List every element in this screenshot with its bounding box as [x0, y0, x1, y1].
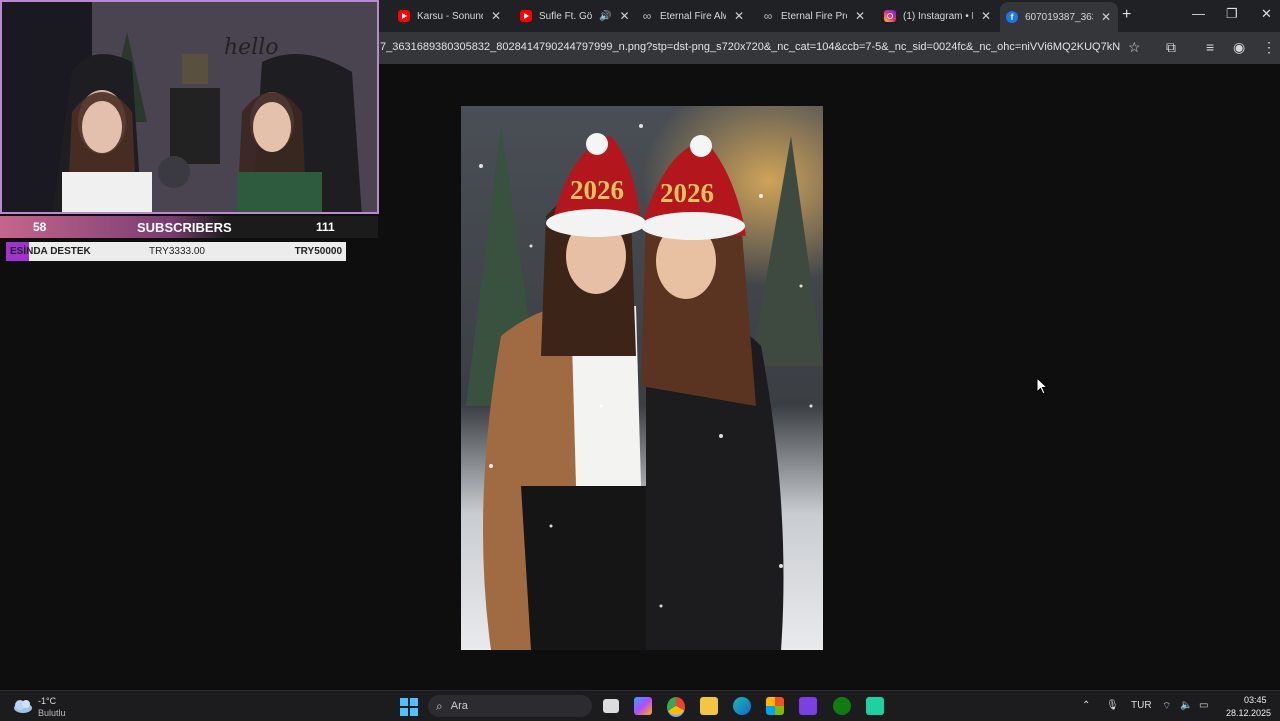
donation-current: TRY3333.00 — [149, 246, 205, 257]
close-icon[interactable]: ✕ — [981, 9, 991, 23]
tab-instagram[interactable]: (1) Instagram • H ✕ — [884, 4, 996, 28]
speaker-icon[interactable]: 🔊 — [599, 11, 611, 22]
microphone-icon[interactable]: 🎙 — [1106, 700, 1119, 711]
youtube-icon — [398, 10, 410, 22]
tab-title: Sufle Ft. Gök — [539, 10, 593, 22]
tab-title: 607019387_3631 — [1025, 11, 1093, 23]
viewed-image[interactable]: 2026 2026 — [461, 106, 823, 650]
app-purple-icon[interactable] — [799, 697, 817, 715]
close-window-button[interactable]: ✕ — [1261, 6, 1272, 22]
tab-eternal-fire-1[interactable]: ∞ Eternal Fire Alwa ✕ — [641, 4, 753, 28]
chevron-up-icon[interactable]: ⌃ — [1082, 700, 1090, 711]
webcam-overlay: hello — [0, 0, 379, 214]
volume-icon[interactable]: 🔈 — [1180, 700, 1192, 711]
tab-sufle[interactable]: Sufle Ft. Gök 🔊 ✕ — [520, 4, 632, 28]
tab-karsu[interactable]: Karsu - Sonunda ✕ — [398, 4, 510, 28]
microsoft-store-icon[interactable] — [766, 697, 784, 715]
mouse-cursor-icon — [1036, 377, 1048, 395]
donation-label: ESİNDA DESTEK — [10, 246, 91, 257]
subscriber-label: SUBSCRIBERS — [137, 219, 232, 235]
tab-image-active[interactable]: f 607019387_3631 ✕ — [1000, 2, 1118, 32]
wifi-icon[interactable]: ⌔ — [1162, 700, 1171, 713]
language-indicator[interactable]: TUR — [1131, 700, 1152, 711]
search-placeholder: Ara — [450, 700, 468, 712]
tab-title: (1) Instagram • H — [903, 10, 973, 22]
subscriber-goal: 111 — [316, 220, 335, 234]
copilot-icon[interactable] — [634, 697, 652, 715]
menu-icon[interactable]: ⋮ — [1262, 39, 1276, 56]
tab-title: Karsu - Sonunda — [417, 10, 483, 22]
donation-goal-bar: ESİNDA DESTEK TRY3333.00 TRY50000 — [6, 242, 346, 261]
hat-text-right: 2026 — [660, 178, 714, 208]
tab-eternal-fire-2[interactable]: ∞ Eternal Fire Pro K ✕ — [762, 4, 874, 28]
extensions-icon[interactable]: ⧉ — [1166, 39, 1176, 56]
profile-icon[interactable]: ◉ — [1233, 39, 1245, 56]
xbox-icon[interactable] — [833, 697, 851, 715]
task-view-icon[interactable] — [603, 699, 619, 713]
app-green-icon[interactable] — [866, 697, 884, 715]
close-icon[interactable]: ✕ — [855, 9, 865, 23]
minimize-button[interactable]: — — [1192, 6, 1205, 21]
close-icon[interactable]: ✕ — [619, 9, 629, 23]
bookmark-star-icon[interactable]: ☆ — [1128, 39, 1141, 56]
subscriber-count: 58 — [33, 220, 47, 234]
file-explorer-icon[interactable] — [700, 697, 718, 715]
hat-text-left: 2026 — [570, 175, 624, 205]
wall-sign: hello — [224, 35, 279, 60]
link-icon: ∞ — [642, 9, 652, 23]
link-icon: ∞ — [763, 9, 773, 23]
chrome-icon[interactable] — [667, 697, 685, 717]
facebook-icon: f — [1006, 11, 1018, 23]
close-icon[interactable]: ✕ — [734, 9, 744, 23]
subscriber-goal-bar: 58 SUBSCRIBERS 111 — [0, 216, 378, 238]
youtube-icon — [520, 10, 532, 22]
edge-icon[interactable] — [733, 697, 751, 715]
taskbar-search-box[interactable]: ⌕ Ara — [428, 695, 592, 717]
weather-cloud-icon[interactable] — [12, 698, 34, 714]
clock-time[interactable]: 03:45 — [1244, 695, 1267, 705]
media-control-icon[interactable]: ≡ — [1206, 39, 1214, 55]
weather-description[interactable]: Bulutlu — [38, 708, 66, 718]
search-icon: ⌕ — [436, 698, 443, 713]
battery-icon[interactable]: ▭ — [1199, 700, 1208, 711]
windows-taskbar: -1°C Bulutlu ⌕ Ara ⌃ 🎙 TUR ⌔ 🔈 ▭ 03:45 2… — [0, 690, 1280, 721]
donation-goal: TRY50000 — [294, 246, 342, 257]
clock-date[interactable]: 28.12.2025 — [1226, 708, 1271, 718]
windows-start-icon[interactable] — [400, 698, 418, 716]
close-icon[interactable]: ✕ — [491, 9, 501, 23]
address-bar[interactable]: 7_3631689380305832_8028414790244797999_n… — [380, 41, 1120, 53]
tab-title: Eternal Fire Alwa — [660, 10, 726, 22]
weather-temperature[interactable]: -1°C — [38, 696, 56, 706]
tab-title: Eternal Fire Pro K — [781, 10, 847, 22]
new-tab-button[interactable]: + — [1122, 6, 1131, 24]
restore-button[interactable]: ❐ — [1226, 6, 1238, 22]
close-icon[interactable]: ✕ — [1101, 10, 1111, 24]
instagram-icon — [884, 10, 896, 22]
